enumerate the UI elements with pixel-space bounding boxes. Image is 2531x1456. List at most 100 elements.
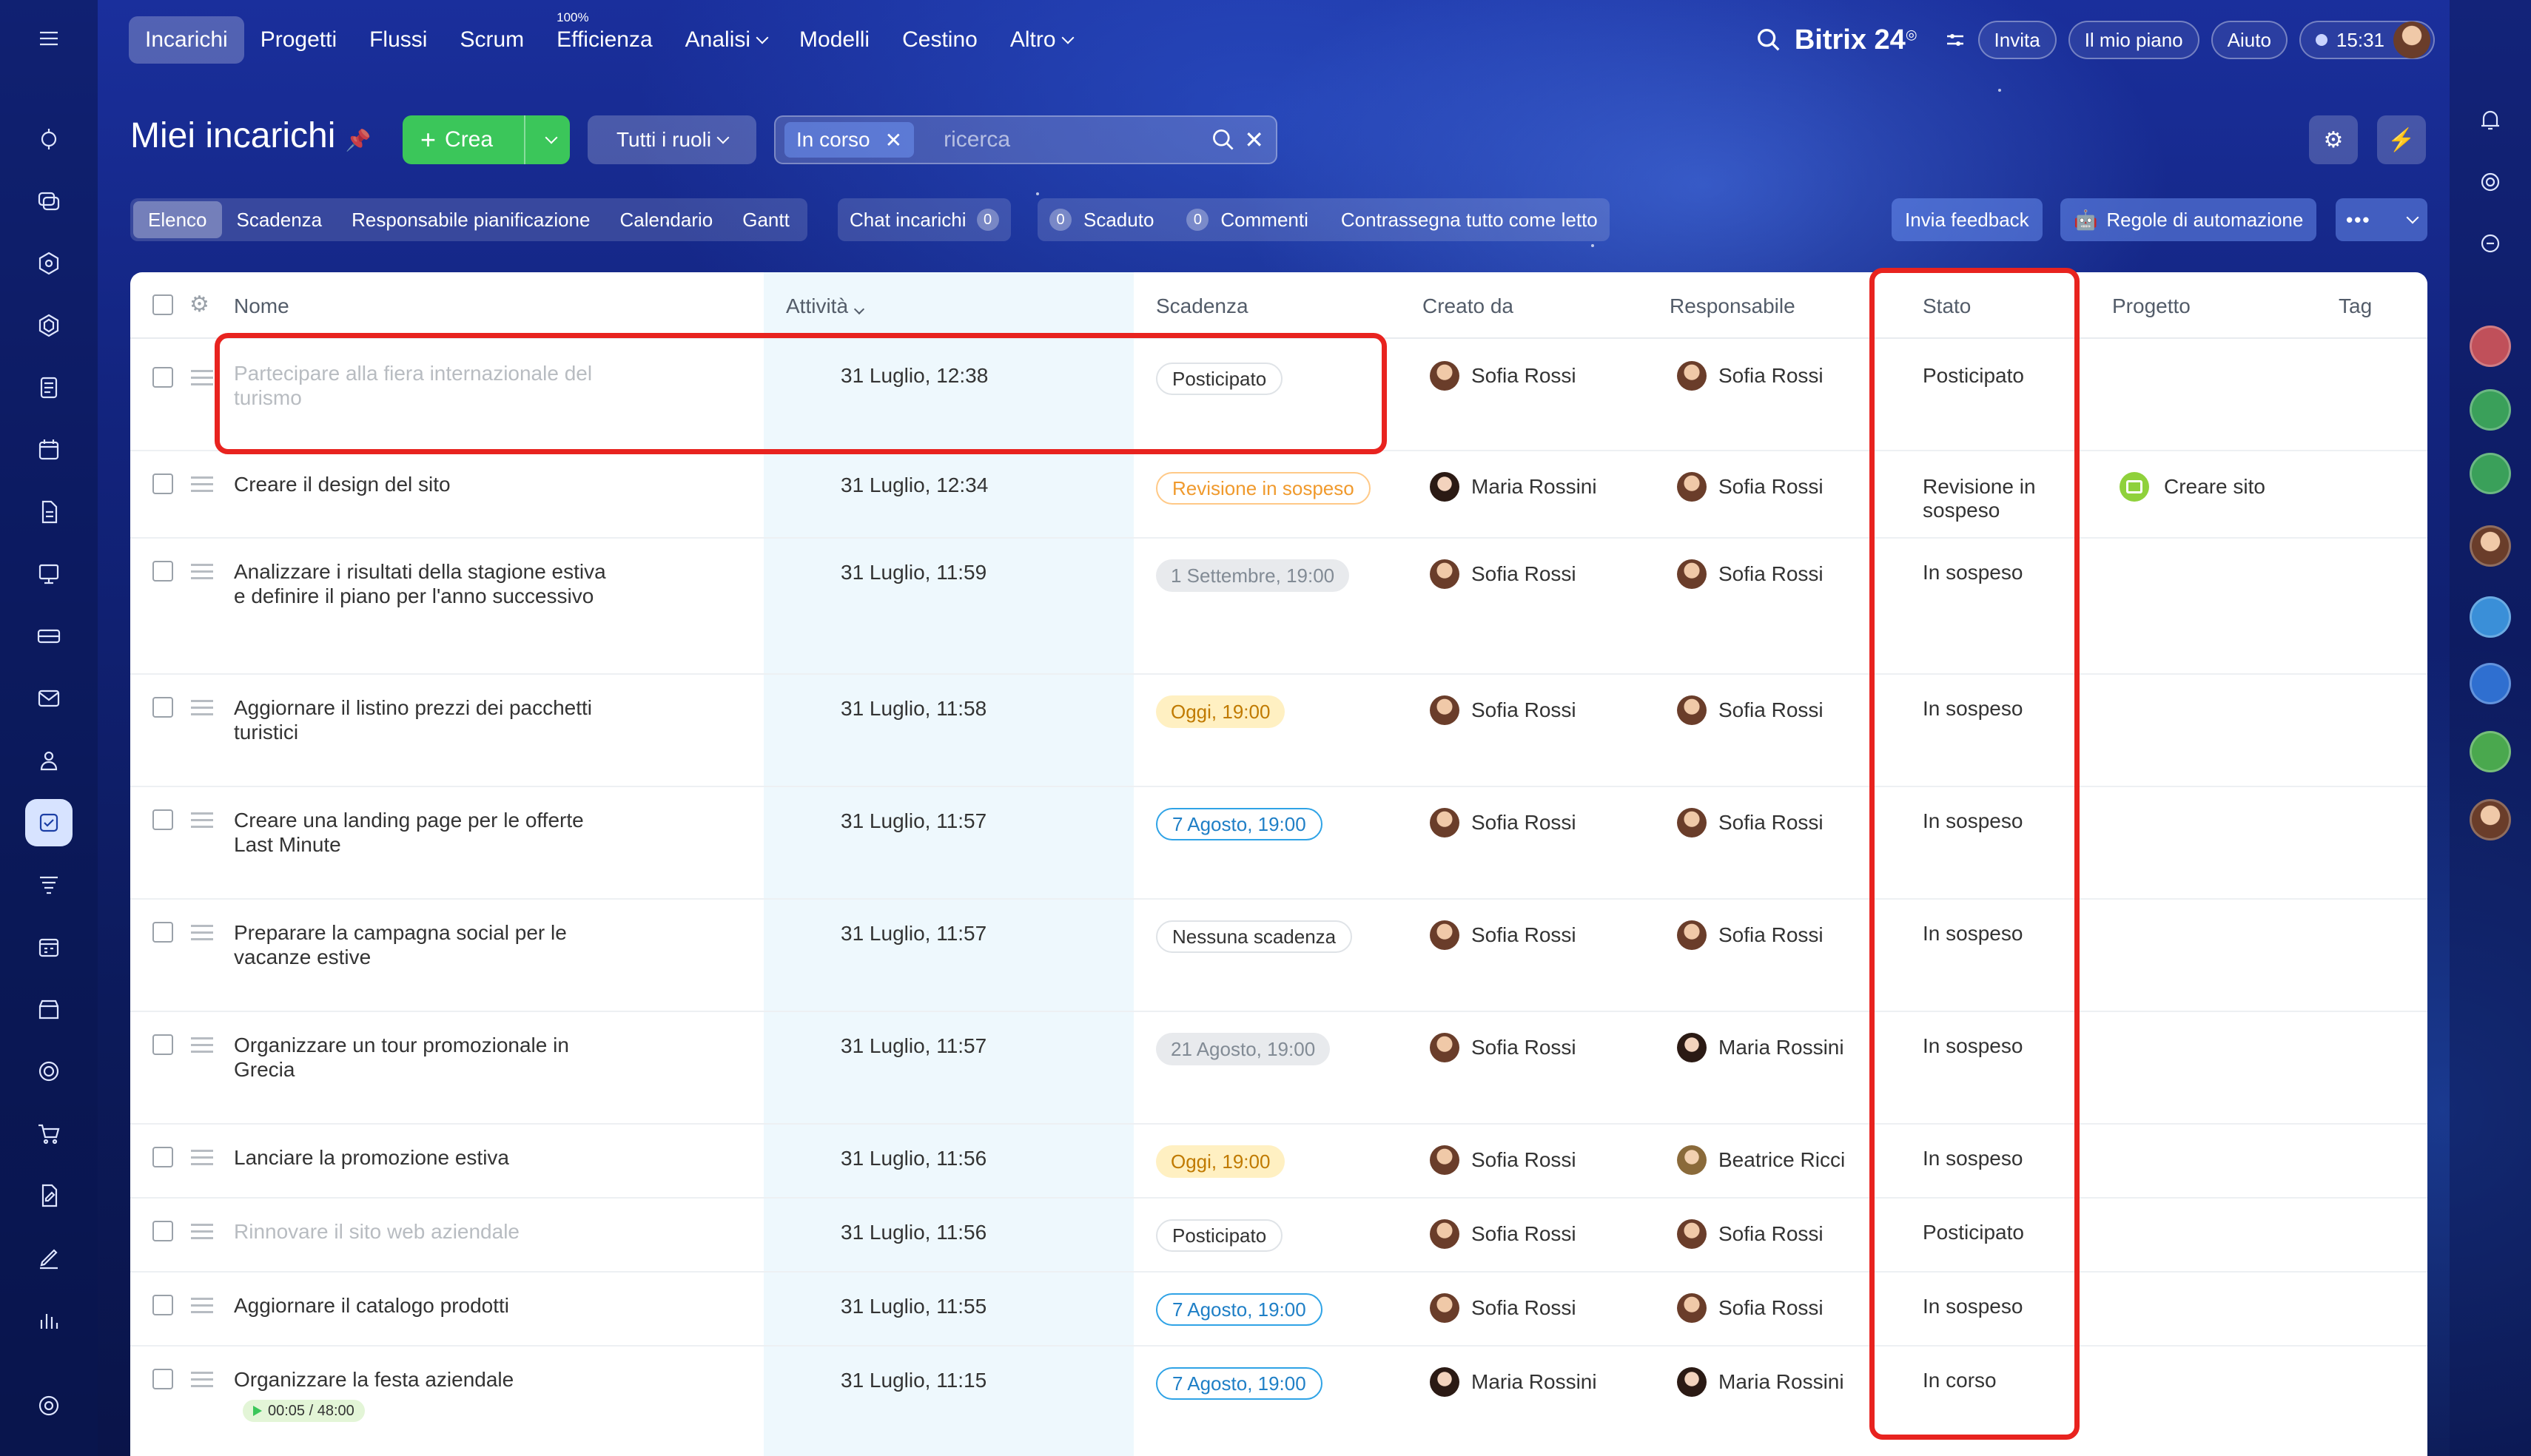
avatar[interactable]	[2393, 21, 2430, 58]
bell-icon[interactable]	[2470, 99, 2511, 141]
feedback-button[interactable]: Invia feedback	[1892, 198, 2043, 241]
deadline-badge[interactable]: 7 Agosto, 19:00	[1156, 1367, 1322, 1400]
nav-efficiency[interactable]: 100% Efficienza	[540, 10, 669, 64]
sign-icon[interactable]	[25, 1172, 73, 1219]
deadline-badge[interactable]: 21 Agosto, 19:00	[1156, 1033, 1331, 1065]
row-checkbox[interactable]	[152, 1034, 173, 1055]
table-row[interactable]: Creare il design del sito 31 Luglio, 12:…	[130, 451, 2427, 539]
creator[interactable]: Sofia Rossi	[1430, 361, 1576, 391]
responsible[interactable]: Sofia Rossi	[1677, 695, 1824, 725]
task-name[interactable]: Organizzare la festa aziendale	[234, 1367, 619, 1392]
overdue-filter[interactable]: Scaduto	[1083, 209, 1154, 232]
roles-dropdown[interactable]: Tutti i ruoli	[588, 115, 756, 164]
close-icon[interactable]: ✕	[885, 128, 902, 152]
task-name[interactable]: Rinnovare il sito web aziendale	[234, 1219, 619, 1244]
documents-icon[interactable]	[25, 364, 73, 411]
messenger-icon[interactable]	[2470, 223, 2511, 265]
drag-handle-icon[interactable]	[191, 1037, 213, 1057]
drag-handle-icon[interactable]	[191, 1298, 213, 1318]
drag-handle-icon[interactable]	[191, 370, 213, 390]
tab-gantt[interactable]: Gantt	[727, 201, 804, 238]
help-button[interactable]: Aiuto	[2211, 21, 2288, 59]
analytics-icon[interactable]	[25, 1296, 73, 1344]
search-bar[interactable]: In corso ✕ ricerca ✕	[774, 115, 1277, 164]
drag-handle-icon[interactable]	[191, 564, 213, 584]
column-name[interactable]: Nome	[234, 294, 289, 318]
drag-handle-icon[interactable]	[191, 1224, 213, 1244]
time-tracker[interactable]: 00:05 / 48:00	[243, 1400, 365, 1422]
chat-icon[interactable]	[25, 178, 73, 225]
more-menu-button[interactable]: •••	[2336, 198, 2427, 241]
tab-deadline[interactable]: Scadenza	[222, 201, 337, 238]
nav-tasks[interactable]: Incarichi	[129, 16, 244, 64]
row-checkbox[interactable]	[152, 922, 173, 943]
table-row[interactable]: Rinnovare il sito web aziendale 31 Lugli…	[130, 1199, 2427, 1273]
funnel-icon[interactable]	[25, 861, 73, 909]
deadline-badge[interactable]: 7 Agosto, 19:00	[1156, 808, 1322, 840]
search-input[interactable]: ricerca	[944, 127, 1210, 152]
creator[interactable]: Maria Rossini	[1430, 472, 1597, 502]
search-icon[interactable]	[1210, 127, 1237, 153]
mark-all-read-button[interactable]: Contrassegna tutto come letto	[1341, 209, 1598, 232]
table-row[interactable]: Aggiornare il catalogo prodotti 31 Lugli…	[130, 1273, 2427, 1347]
drag-handle-icon[interactable]	[191, 700, 213, 720]
collab-icon[interactable]	[25, 240, 73, 287]
calendar-icon[interactable]	[25, 426, 73, 473]
creator[interactable]: Sofia Rossi	[1430, 559, 1576, 589]
row-checkbox[interactable]	[152, 473, 173, 494]
deadline-badge[interactable]: Oggi, 19:00	[1156, 1145, 1285, 1178]
inbox-icon[interactable]	[25, 613, 73, 660]
task-name[interactable]: Analizzare i risultati della stagione es…	[234, 559, 619, 608]
row-checkbox[interactable]	[152, 367, 173, 388]
task-name[interactable]: Preparare la campagna social per le vaca…	[234, 920, 619, 969]
row-checkbox[interactable]	[152, 1369, 173, 1389]
responsible[interactable]: Sofia Rossi	[1677, 472, 1824, 502]
chat-tasks-button[interactable]: Chat incarichi 0	[838, 198, 1011, 241]
task-name[interactable]: Aggiornare il catalogo prodotti	[234, 1293, 619, 1318]
plan-button[interactable]: Il mio piano	[2068, 21, 2199, 59]
column-project[interactable]: Progetto	[2112, 294, 2191, 318]
invite-button[interactable]: Invita	[1977, 21, 2057, 59]
drive-icon[interactable]	[25, 488, 73, 536]
workgroups-icon[interactable]	[25, 302, 73, 349]
cart-icon[interactable]	[25, 1110, 73, 1157]
nav-trash[interactable]: Cestino	[886, 16, 994, 64]
lightning-button[interactable]: ⚡	[2377, 115, 2426, 164]
creator[interactable]: Sofia Rossi	[1430, 1033, 1576, 1062]
group-chat-avatar[interactable]	[2470, 326, 2511, 367]
row-checkbox[interactable]	[152, 561, 173, 582]
table-row[interactable]: Creare una landing page per le offerte L…	[130, 787, 2427, 900]
table-row[interactable]: Preparare la campagna social per le vaca…	[130, 900, 2427, 1012]
column-settings-icon[interactable]: ⚙	[189, 291, 209, 317]
table-row[interactable]: Organizzare la festa aziendale 00:05 / 4…	[130, 1347, 2427, 1456]
sliders-icon[interactable]	[1944, 29, 1966, 51]
pin-icon[interactable]: 📌	[346, 129, 372, 152]
drag-handle-icon[interactable]	[191, 812, 213, 832]
deadline-badge[interactable]: Posticipato	[1156, 363, 1283, 395]
row-checkbox[interactable]	[152, 809, 173, 830]
creator[interactable]: Maria Rossini	[1430, 1367, 1597, 1397]
deadline-badge[interactable]: 7 Agosto, 19:00	[1156, 1293, 1322, 1326]
filter-chip[interactable]: In corso ✕	[784, 122, 915, 158]
task-name[interactable]: Aggiornare il listino prezzi dei pacchet…	[234, 695, 619, 744]
column-tag[interactable]: Tag	[2339, 294, 2372, 318]
responsible[interactable]: Sofia Rossi	[1677, 1293, 1824, 1323]
responsible[interactable]: Maria Rossini	[1677, 1367, 1844, 1397]
responsible[interactable]: Sofia Rossi	[1677, 808, 1824, 837]
boards-icon[interactable]	[25, 550, 73, 598]
creator[interactable]: Sofia Rossi	[1430, 1145, 1576, 1175]
feed-icon[interactable]	[25, 115, 73, 163]
edit-icon[interactable]	[25, 1234, 73, 1281]
drag-handle-icon[interactable]	[191, 1372, 213, 1392]
row-checkbox[interactable]	[152, 1221, 173, 1241]
table-row[interactable]: Organizzare un tour promozionale in Grec…	[130, 1012, 2427, 1125]
select-all-checkbox[interactable]	[152, 294, 173, 315]
column-activity[interactable]: Attività	[786, 294, 865, 318]
create-button[interactable]: + Crea	[403, 115, 570, 164]
clear-icon[interactable]: ✕	[1244, 126, 1264, 154]
creator[interactable]: Sofia Rossi	[1430, 1219, 1576, 1249]
nav-projects[interactable]: Progetti	[244, 16, 353, 64]
chat-avatar[interactable]	[2470, 731, 2511, 772]
responsible[interactable]: Sofia Rossi	[1677, 361, 1824, 391]
table-row[interactable]: Aggiornare il listino prezzi dei pacchet…	[130, 675, 2427, 787]
